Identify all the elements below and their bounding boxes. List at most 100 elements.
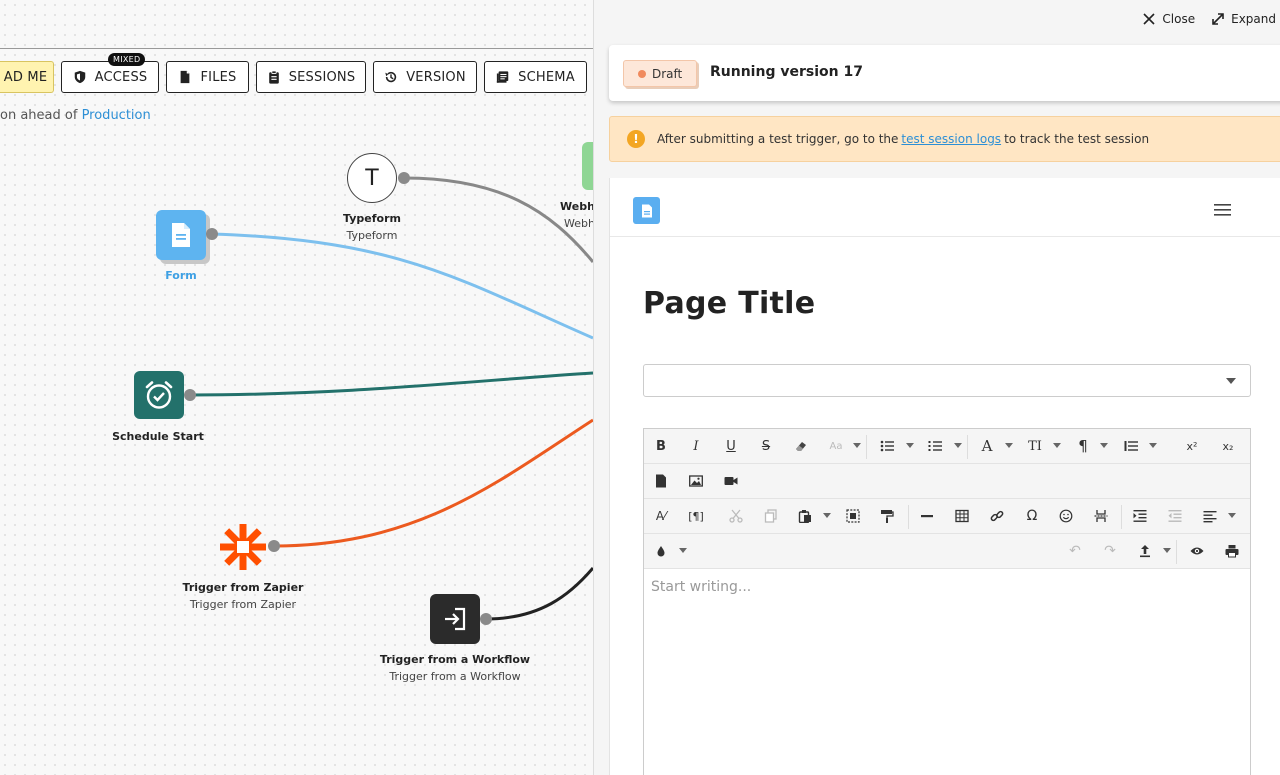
workflow-canvas[interactable]: AD ME ACCESS MIXED FILES SESSIONS VERSIO… [0, 0, 593, 775]
expand-button[interactable]: Expand [1211, 12, 1276, 26]
export-button[interactable] [1134, 541, 1156, 561]
webhook-node-subtitle: Webh [564, 217, 593, 230]
hamburger-menu-icon[interactable] [1214, 203, 1231, 217]
droplet-icon [657, 546, 665, 557]
toolbar-divider [1176, 540, 1177, 564]
undo-button[interactable]: ↶ [1064, 541, 1086, 561]
document-icon [641, 204, 652, 217]
eraser-icon [796, 442, 806, 451]
eraser-button[interactable] [790, 436, 812, 456]
test-trigger-warning: ! After submitting a test trigger, go to… [609, 116, 1280, 162]
editor-toolbar-row-2 [644, 464, 1250, 499]
toolbar-divider [908, 505, 909, 529]
form-select-dropdown[interactable] [643, 364, 1251, 397]
superscript-button[interactable]: x² [1181, 436, 1203, 456]
eye-icon [1190, 547, 1204, 555]
chevron-down-icon [954, 443, 962, 448]
zapier-output-port[interactable] [268, 540, 280, 552]
typeform-node[interactable]: T [347, 153, 397, 203]
chevron-down-icon [1149, 443, 1157, 448]
warning-text-before: After submitting a test trigger, go to t… [657, 132, 899, 146]
test-session-logs-link[interactable]: test session logs [901, 132, 1001, 146]
spellcheck-button[interactable]: A⁄ [650, 506, 672, 526]
workflow-node-title: Trigger from a Workflow [379, 653, 531, 666]
toolbar-divider [967, 435, 968, 459]
strikethrough-button[interactable]: S [755, 436, 777, 456]
panel-actions: Close Expand [1142, 12, 1276, 26]
chevron-down-icon [1163, 548, 1171, 553]
page-break-icon [1094, 510, 1108, 522]
video-camera-icon [724, 477, 738, 485]
zapier-node-subtitle: Trigger from Zapier [189, 598, 297, 611]
numbered-list-button[interactable] [924, 436, 946, 456]
insert-link-button[interactable] [986, 506, 1008, 526]
zapier-node[interactable] [218, 522, 268, 572]
schedule-node[interactable] [134, 371, 184, 419]
smiley-icon [1059, 509, 1073, 523]
text-color-button[interactable] [650, 541, 672, 561]
font-color-button[interactable]: A [976, 436, 998, 456]
warning-text-after: to track the test session [1004, 132, 1150, 146]
horizontal-rule-icon [921, 515, 933, 518]
zapier-node-title: Trigger from Zapier [182, 581, 304, 594]
insert-image-button[interactable] [685, 471, 707, 491]
draft-label: Draft [652, 66, 683, 81]
webhook-node-title: Webh [560, 200, 593, 213]
zapier-icon [220, 524, 266, 570]
draft-status-dot [638, 69, 646, 78]
workflow-trigger-node[interactable] [430, 594, 480, 644]
bullet-list-button[interactable] [876, 436, 898, 456]
editor-toolbar-row-4: ↶ ↷ [644, 534, 1250, 569]
webhook-node[interactable] [582, 142, 593, 190]
special-character-button[interactable]: Ω [1021, 506, 1043, 526]
warning-icon: ! [627, 130, 645, 148]
align-button[interactable] [1199, 506, 1221, 526]
underline-button[interactable]: U [720, 436, 742, 456]
expand-label: Expand [1231, 12, 1276, 26]
chevron-down-icon [1226, 378, 1236, 384]
form-node-title: Form [165, 269, 197, 282]
form-output-port[interactable] [206, 228, 218, 240]
wire-form [211, 232, 593, 340]
outdent-icon [1168, 510, 1182, 522]
paragraph-button[interactable]: ¶ [1072, 436, 1094, 456]
typeform-node-title: Typeform [343, 212, 401, 225]
show-blocks-button[interactable]: [¶] [685, 506, 707, 526]
expand-icon [1212, 13, 1224, 25]
form-node-face [156, 210, 206, 260]
insert-table-button[interactable] [951, 506, 973, 526]
bold-button[interactable]: B [650, 436, 672, 456]
preview-button[interactable] [1186, 541, 1208, 561]
schedule-output-port[interactable] [184, 389, 196, 401]
subscript-button[interactable]: x₂ [1217, 436, 1239, 456]
toolbar-divider [1121, 505, 1122, 529]
typeform-output-port[interactable] [398, 172, 410, 184]
editor-content-area[interactable]: Start writing... [651, 579, 751, 595]
workflow-output-port[interactable] [480, 613, 492, 625]
format-painter-button[interactable] [876, 506, 898, 526]
page-break-button[interactable] [1090, 506, 1112, 526]
cut-button[interactable] [725, 506, 747, 526]
copy-icon [764, 509, 777, 523]
indent-button[interactable] [1129, 506, 1151, 526]
schedule-node-title: Schedule Start [112, 430, 204, 443]
emoji-button[interactable] [1055, 506, 1077, 526]
font-size-icon[interactable]: Aa [825, 436, 847, 456]
insert-video-button[interactable] [720, 471, 742, 491]
select-all-button[interactable] [842, 506, 864, 526]
copy-button[interactable] [760, 506, 782, 526]
horizontal-rule-button[interactable] [916, 506, 938, 526]
insert-file-button[interactable] [650, 471, 672, 491]
text-style-button[interactable]: TI [1024, 436, 1046, 456]
outdent-button[interactable] [1164, 506, 1186, 526]
chevron-down-icon [853, 443, 861, 448]
close-button[interactable]: Close [1142, 12, 1195, 26]
redo-button[interactable]: ↷ [1099, 541, 1121, 561]
line-height-button[interactable] [1120, 436, 1142, 456]
print-button[interactable] [1221, 541, 1243, 561]
rich-text-editor: B I U S Aa A TI ¶ x² x₂ A⁄ [¶] Ω ↶ ↷ Sta… [643, 428, 1251, 775]
italic-button[interactable]: I [685, 436, 707, 456]
paste-button[interactable] [794, 506, 816, 526]
indent-icon [1133, 510, 1147, 522]
test-run-panel: Close Expand Draft Running version 17 ! … [593, 0, 1280, 775]
